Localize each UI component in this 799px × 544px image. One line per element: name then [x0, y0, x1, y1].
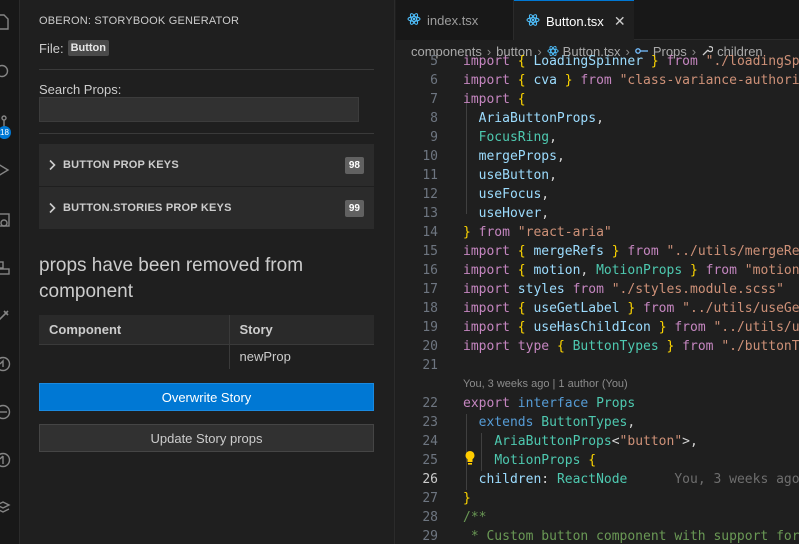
update-story-props-button[interactable]: Update Story props	[39, 424, 374, 452]
inline-blame: You, 3 weeks ago	[674, 472, 799, 487]
code-line: 17 import styles from "./styles.module.sc…	[422, 282, 784, 297]
divider	[39, 133, 374, 134]
code-line: 20 import type { ButtonTypes } from "./bu…	[422, 339, 799, 354]
code-line: 13 useHover,	[422, 206, 550, 221]
react-icon	[407, 12, 421, 29]
code-line-current: 26 children: ReactNode You, 3 weeks ago	[422, 472, 799, 487]
code-line: 25 MotionProps {	[422, 453, 597, 468]
code-line: 12 useFocus,	[422, 187, 550, 202]
search-props-label: Search Props:	[39, 82, 122, 97]
table-row: newProp	[39, 343, 374, 369]
code-line: 11 useButton,	[422, 168, 557, 183]
code-line: 15 import { mergeRefs } from "../utils/me…	[422, 244, 799, 259]
count-badge: 99	[344, 199, 364, 217]
code-line: 23 extends ButtonTypes,	[422, 415, 636, 430]
remote-explorer-icon[interactable]	[0, 254, 20, 282]
activity-bar: 18	[0, 0, 20, 544]
file-row: File: Button	[39, 40, 109, 56]
divider	[39, 69, 374, 70]
file-name-chip: Button	[67, 40, 109, 56]
lightbulb-icon[interactable]	[464, 450, 476, 470]
gitlens-icon[interactable]	[0, 446, 20, 474]
code-line: 16 import { motion, MotionProps } from "m…	[422, 263, 799, 278]
editor-tab-bar: index.tsx Button.tsx ✕	[396, 0, 799, 41]
close-icon[interactable]: ✕	[614, 13, 626, 30]
storybook-icon[interactable]	[0, 494, 20, 522]
tab-label: index.tsx	[427, 12, 479, 28]
code-line: 9 FocusRing,	[430, 130, 557, 145]
code-line: 28/**	[422, 510, 487, 525]
column-header-story: Story	[228, 315, 374, 344]
code-line: 8 AriaButtonProps,	[430, 111, 604, 126]
code-line: 29 * Custom button component with suppor…	[422, 529, 799, 544]
code-line: 27}	[422, 491, 471, 506]
run-debug-icon[interactable]	[0, 156, 20, 184]
code-line: 24 AriaButtonProps<"button">,	[422, 434, 698, 449]
search-props-input[interactable]	[39, 97, 359, 122]
count-badge: 98	[344, 156, 364, 174]
section-label: BUTTON.STORIES PROP KEYS	[63, 202, 232, 214]
code-line: 19 import { useHasChildIcon } from "../ut…	[422, 320, 799, 335]
code-editor: index.tsx Button.tsx ✕ components › butt…	[396, 0, 799, 544]
column-header-component: Component	[39, 315, 229, 344]
props-diff-table: Component Story newProp	[39, 315, 374, 369]
tab-label: Button.tsx	[546, 13, 604, 29]
overwrite-story-button[interactable]: Overwrite Story	[39, 383, 374, 411]
code-line: 5 import { LoadingSpinner } from "./loadi…	[430, 54, 799, 69]
extensions-icon[interactable]	[0, 206, 20, 234]
chevron-right-icon	[41, 159, 63, 171]
code-line: 7 import {	[430, 92, 526, 107]
search-icon[interactable]	[0, 58, 20, 86]
react-icon	[526, 13, 540, 30]
storybook-generator-panel: OBERON: STORYBOOK GENERATOR File: Button…	[20, 0, 395, 544]
button-stories-prop-keys-section[interactable]: BUTTON.STORIES PROP KEYS 99	[39, 187, 374, 229]
code-line: 22 export interface Props	[422, 396, 636, 411]
code-line: 10 mergeProps,	[422, 149, 565, 164]
github-icon[interactable]	[0, 350, 20, 378]
chevron-right-icon	[41, 202, 63, 214]
button-prop-keys-section[interactable]: BUTTON PROP KEYS 98	[39, 144, 374, 186]
testing-icon[interactable]	[0, 302, 20, 330]
code-line: 21	[422, 358, 438, 373]
code-line: 6 import { cva } from "class-variance-aut…	[430, 73, 799, 88]
tab-index-tsx[interactable]: index.tsx	[396, 0, 514, 40]
codelens-blame[interactable]: You, 3 weeks ago | 1 author (You)	[396, 375, 799, 394]
code-area[interactable]: 5 import { LoadingSpinner } from "./loadi…	[396, 52, 799, 544]
file-label: File:	[39, 40, 64, 56]
panel-title: OBERON: STORYBOOK GENERATOR	[39, 15, 240, 27]
removed-props-message: props have been removed from component	[39, 255, 304, 302]
code-line: 14} from "react-aria"	[422, 225, 612, 240]
table-cell-story: newProp	[228, 343, 374, 369]
tab-button-tsx[interactable]: Button.tsx ✕	[514, 0, 634, 41]
source-control-badge: 18	[0, 126, 11, 139]
code-line: 18 import { useGetLabel } from "../utils/…	[422, 301, 799, 316]
table-cell-component	[39, 343, 229, 369]
explorer-icon[interactable]	[0, 8, 20, 36]
docker-icon[interactable]	[0, 398, 20, 426]
section-label: BUTTON PROP KEYS	[63, 159, 179, 171]
